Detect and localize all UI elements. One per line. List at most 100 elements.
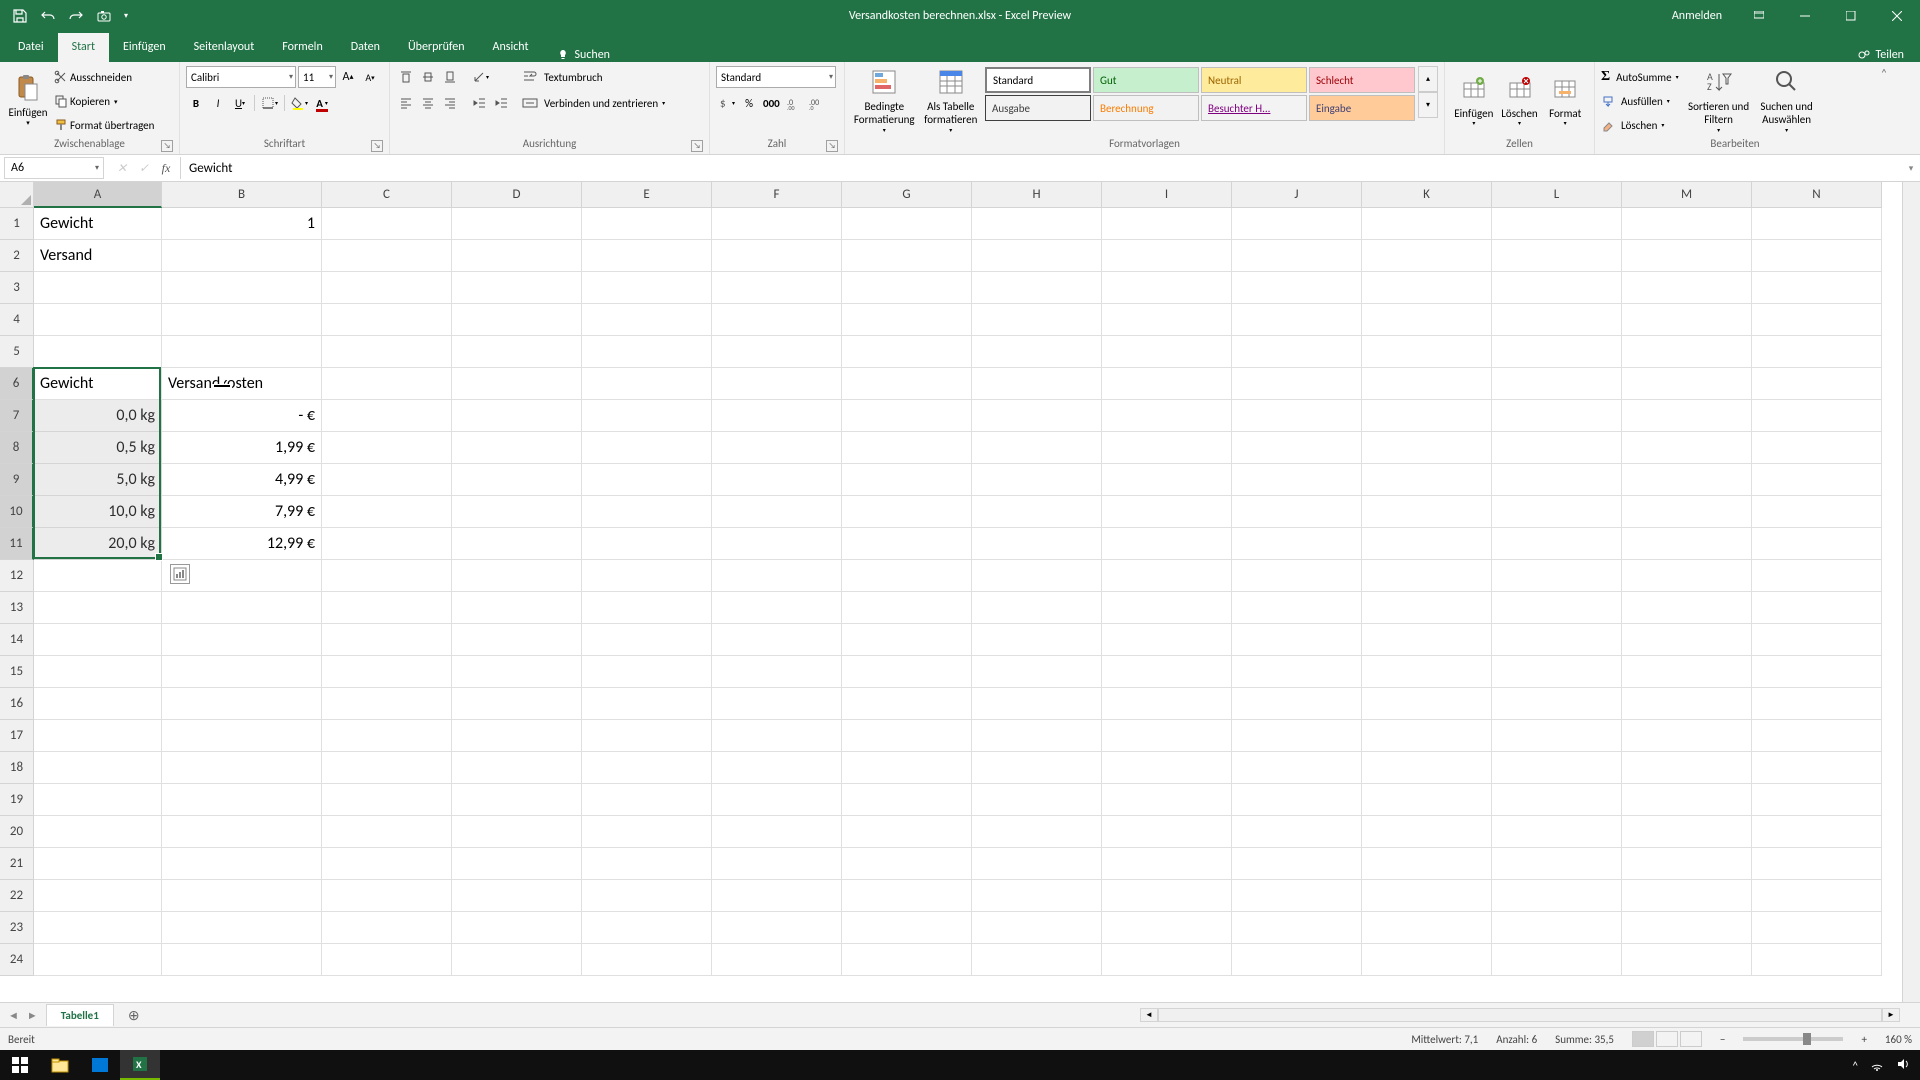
cell[interactable] — [322, 560, 452, 592]
tab-home[interactable]: Start — [58, 33, 109, 62]
zoom-out-icon[interactable]: − — [1720, 1033, 1725, 1046]
column-header[interactable]: F — [712, 182, 842, 208]
cell[interactable] — [452, 528, 582, 560]
cell[interactable] — [34, 624, 162, 656]
cell[interactable] — [972, 304, 1102, 336]
cell[interactable] — [842, 336, 972, 368]
cell[interactable] — [1232, 368, 1362, 400]
cell[interactable] — [842, 528, 972, 560]
cell[interactable]: 0,0 kg — [34, 400, 162, 432]
bold-button[interactable]: B — [186, 93, 206, 113]
cell[interactable] — [162, 240, 322, 272]
cell[interactable] — [582, 592, 712, 624]
alignment-dialog-icon[interactable]: ↘ — [691, 140, 703, 152]
cell[interactable] — [712, 304, 842, 336]
cell[interactable] — [582, 944, 712, 976]
cell[interactable] — [322, 720, 452, 752]
cell[interactable] — [1362, 400, 1492, 432]
cell[interactable] — [1102, 400, 1232, 432]
cell[interactable] — [162, 784, 322, 816]
row-header[interactable]: 5 — [0, 336, 34, 368]
view-pagebreak-icon[interactable] — [1680, 1031, 1702, 1047]
cell[interactable] — [322, 656, 452, 688]
cell[interactable] — [1362, 560, 1492, 592]
cell[interactable] — [162, 304, 322, 336]
cell[interactable] — [712, 880, 842, 912]
cell[interactable] — [1362, 784, 1492, 816]
cell[interactable] — [712, 272, 842, 304]
align-bottom-icon[interactable] — [440, 67, 460, 87]
cell[interactable] — [1362, 304, 1492, 336]
cell[interactable] — [1622, 400, 1752, 432]
cell[interactable]: Gewicht — [34, 368, 162, 400]
cell[interactable] — [452, 464, 582, 496]
cell[interactable] — [1362, 496, 1492, 528]
cell[interactable] — [322, 272, 452, 304]
autosum-button[interactable]: ΣAutoSumme▾ — [1601, 66, 1679, 88]
cell[interactable] — [1102, 912, 1232, 944]
column-header[interactable]: E — [582, 182, 712, 208]
cell[interactable] — [1622, 304, 1752, 336]
cell[interactable] — [162, 848, 322, 880]
cell[interactable] — [162, 880, 322, 912]
cell[interactable] — [1492, 208, 1622, 240]
cell[interactable]: 5,0 kg — [34, 464, 162, 496]
cell[interactable] — [842, 912, 972, 944]
cell[interactable] — [1232, 240, 1362, 272]
cell[interactable] — [1622, 560, 1752, 592]
delete-cells-button[interactable]: Löschen▾ — [1497, 66, 1543, 134]
borders-button[interactable]: ▾ — [259, 93, 280, 113]
cell[interactable] — [452, 624, 582, 656]
expand-formula-icon[interactable]: ▾ — [1902, 163, 1920, 174]
cell[interactable] — [1622, 720, 1752, 752]
cell[interactable] — [322, 592, 452, 624]
cell[interactable] — [972, 944, 1102, 976]
cell[interactable] — [1362, 816, 1492, 848]
cell[interactable] — [1622, 784, 1752, 816]
tab-data[interactable]: Daten — [337, 33, 394, 62]
minimize-icon[interactable] — [1782, 0, 1828, 31]
cell[interactable] — [1232, 624, 1362, 656]
cell[interactable] — [452, 304, 582, 336]
cell[interactable] — [34, 752, 162, 784]
cell[interactable] — [1362, 880, 1492, 912]
cell[interactable] — [322, 848, 452, 880]
fill-button[interactable]: Ausfüllen▾ — [1601, 90, 1679, 112]
style-besuchter[interactable]: Besuchter H... — [1201, 95, 1307, 121]
cancel-formula-icon[interactable]: ✕ — [112, 158, 132, 178]
cell[interactable] — [1622, 240, 1752, 272]
tab-review[interactable]: Überprüfen — [394, 33, 479, 62]
cell[interactable] — [582, 848, 712, 880]
cell[interactable] — [1622, 432, 1752, 464]
cell[interactable] — [1102, 208, 1232, 240]
cell[interactable] — [582, 624, 712, 656]
cell[interactable] — [712, 496, 842, 528]
cell[interactable]: 12,99 € — [162, 528, 322, 560]
align-middle-icon[interactable] — [418, 67, 438, 87]
hscroll-left-icon[interactable]: ◄ — [1140, 1008, 1158, 1022]
cell[interactable] — [582, 880, 712, 912]
format-cells-button[interactable]: Format▾ — [1542, 66, 1588, 134]
row-header[interactable]: 3 — [0, 272, 34, 304]
cell[interactable] — [972, 688, 1102, 720]
align-left-icon[interactable] — [396, 93, 416, 113]
cell[interactable] — [1492, 720, 1622, 752]
cell[interactable] — [452, 944, 582, 976]
cell[interactable]: - € — [162, 400, 322, 432]
style-eingabe[interactable]: Eingabe — [1309, 95, 1415, 121]
cell[interactable] — [1362, 656, 1492, 688]
share-button[interactable]: Teilen — [1841, 48, 1920, 62]
cell[interactable] — [1622, 816, 1752, 848]
cell[interactable] — [1102, 688, 1232, 720]
merge-center-button[interactable]: Verbinden und zentrieren▾ — [522, 92, 665, 114]
cell[interactable] — [972, 592, 1102, 624]
cell[interactable] — [1752, 816, 1882, 848]
column-header[interactable]: H — [972, 182, 1102, 208]
cell[interactable] — [1232, 784, 1362, 816]
cell[interactable] — [1622, 944, 1752, 976]
cell[interactable] — [712, 944, 842, 976]
tab-insert[interactable]: Einfügen — [109, 33, 180, 62]
cell[interactable] — [972, 560, 1102, 592]
cell[interactable] — [1232, 560, 1362, 592]
column-header[interactable]: K — [1362, 182, 1492, 208]
